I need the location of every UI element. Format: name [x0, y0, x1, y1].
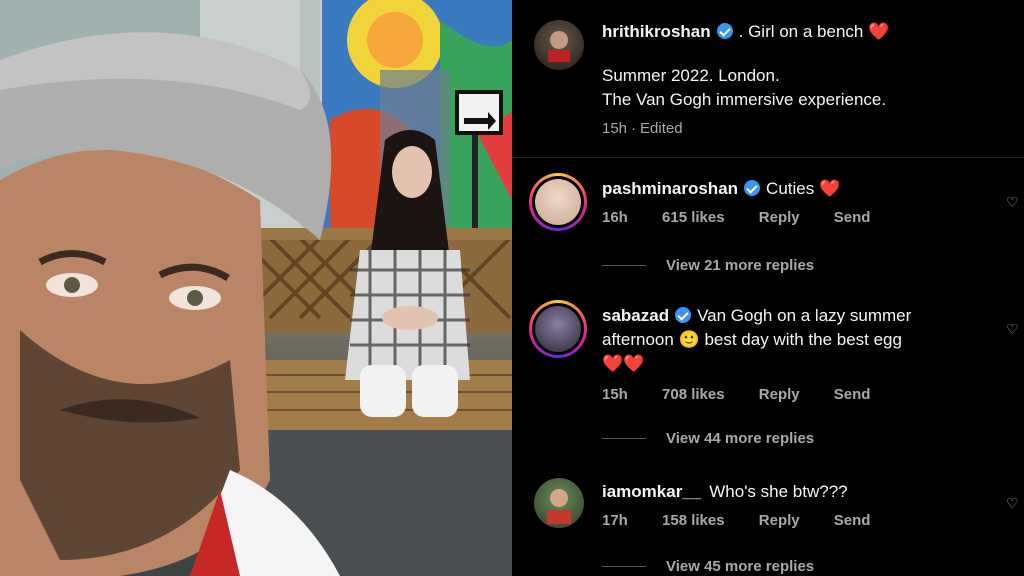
comment-text-line-2: afternoon 🙂 best day with the best egg: [602, 330, 902, 349]
post-time: 15h: [602, 120, 628, 137]
edited-label: Edited: [640, 120, 683, 137]
commenter-avatar-image: [547, 489, 571, 524]
comment-text-line-1: Van Gogh on a lazy summer: [697, 306, 912, 325]
comment-text: Who's she btw???: [709, 482, 848, 501]
photo-illustration: [0, 0, 512, 576]
send-button[interactable]: Send: [834, 386, 871, 403]
heart-outline-icon[interactable]: ♡: [1006, 496, 1020, 510]
commenter-avatar[interactable]: [534, 478, 584, 528]
caption-line-2: The Van Gogh immersive experience.: [602, 90, 887, 109]
view-replies-button[interactable]: View 44 more replies: [602, 430, 814, 448]
heart-outline-icon[interactable]: ♡: [1006, 195, 1020, 209]
commenter-avatar[interactable]: [529, 173, 587, 231]
comment-likes[interactable]: 708 likes: [662, 386, 725, 403]
send-button[interactable]: Send: [834, 512, 871, 529]
caption-block: hrithikroshan . Girl on a bench ❤️ Summer…: [602, 20, 1012, 137]
view-replies-text: View 45 more replies: [666, 558, 815, 575]
view-replies-text: View 44 more replies: [666, 430, 815, 447]
reply-button[interactable]: Reply: [759, 512, 800, 529]
hearts-emoji: ❤️❤️: [602, 354, 645, 373]
commenter-avatar[interactable]: [529, 300, 587, 358]
comment-likes[interactable]: 615 likes: [662, 209, 725, 226]
heart-emoji: ❤️: [868, 22, 890, 41]
author-avatar[interactable]: [534, 20, 584, 70]
replies-line: [602, 438, 646, 440]
verified-badge-icon: [744, 180, 761, 196]
author-avatar-image: [548, 31, 570, 62]
comment-time: 15h: [602, 386, 628, 403]
heart-outline-icon[interactable]: ♡: [1006, 322, 1020, 336]
replies-line: [602, 566, 646, 568]
view-replies-button[interactable]: View 45 more replies: [602, 558, 814, 576]
comment-likes[interactable]: 158 likes: [662, 512, 725, 529]
heart-emoji: ❤️: [818, 179, 841, 198]
comment-username[interactable]: iamomkar__: [602, 482, 701, 501]
replies-line: [602, 265, 646, 267]
caption-line-1: Summer 2022. London.: [602, 66, 780, 85]
comments-panel: hrithikroshan . Girl on a bench ❤️ Summer…: [512, 0, 1024, 576]
verified-badge-icon: [716, 23, 733, 39]
caption-title: . Girl on a bench: [738, 22, 864, 41]
send-button[interactable]: Send: [834, 209, 871, 226]
view-replies-text: View 21 more replies: [666, 257, 815, 274]
reply-button[interactable]: Reply: [759, 209, 800, 226]
reply-button[interactable]: Reply: [759, 386, 800, 403]
comment-text: Cuties: [766, 179, 815, 198]
post-photo[interactable]: [0, 0, 512, 576]
verified-badge-icon: [675, 307, 692, 323]
comment-time: 16h: [602, 209, 628, 226]
caption-divider: [512, 157, 1024, 158]
author-username[interactable]: hrithikroshan: [602, 22, 711, 41]
comment-time: 17h: [602, 512, 628, 529]
comment-username[interactable]: pashminaroshan: [602, 179, 738, 198]
view-replies-button[interactable]: View 21 more replies: [602, 257, 814, 275]
comment-username[interactable]: sabazad: [602, 306, 669, 325]
